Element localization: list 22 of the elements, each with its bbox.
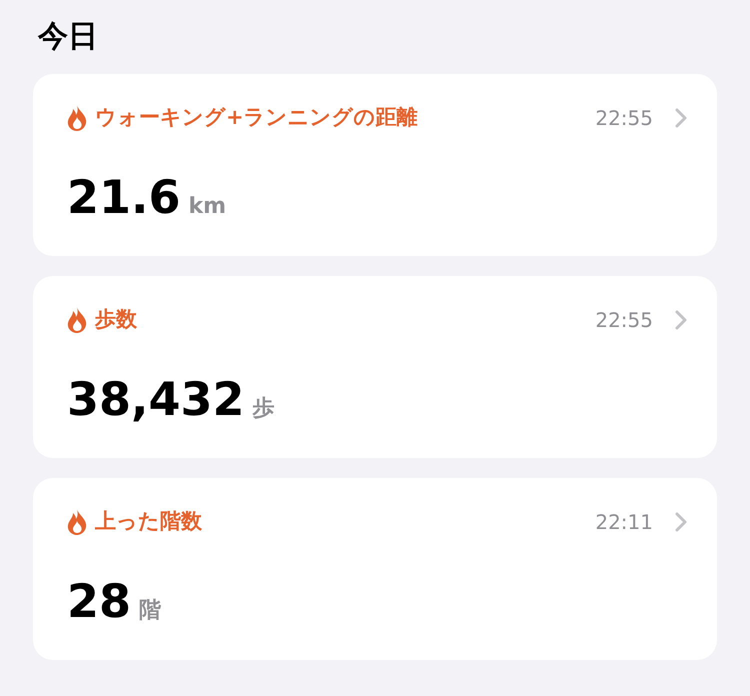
- card-background[interactable]: 歩数 22:55 38,432 歩: [33, 276, 717, 458]
- timestamp: 22:55: [595, 105, 653, 132]
- timestamp: 22:11: [595, 509, 653, 536]
- flame-icon: [67, 307, 87, 333]
- metric-value: 28: [67, 578, 132, 624]
- chevron-icon[interactable]: [675, 310, 687, 330]
- metric-value: 21.6: [67, 174, 180, 220]
- timestamp: 22:55: [595, 307, 653, 334]
- card-title: 上った階数: [95, 508, 202, 536]
- metric-value: 38,432: [67, 376, 245, 422]
- metric-unit: km: [188, 193, 226, 221]
- chevron-icon[interactable]: [675, 108, 687, 128]
- card-background[interactable]: 上った階数 22:11 28 階: [33, 478, 717, 660]
- metric-unit: 階: [139, 597, 162, 625]
- flame-icon: [67, 105, 87, 131]
- section-title: 今日: [38, 18, 99, 56]
- chevron-icon[interactable]: [675, 512, 687, 532]
- card-title: 歩数: [95, 306, 137, 334]
- card-title: ウォーキング+ランニングの距離: [95, 104, 418, 132]
- card-background[interactable]: ウォーキング+ランニングの距離 22:55 21.6 km: [33, 74, 717, 256]
- metric-unit: 歩: [252, 395, 275, 423]
- flame-icon: [67, 509, 87, 535]
